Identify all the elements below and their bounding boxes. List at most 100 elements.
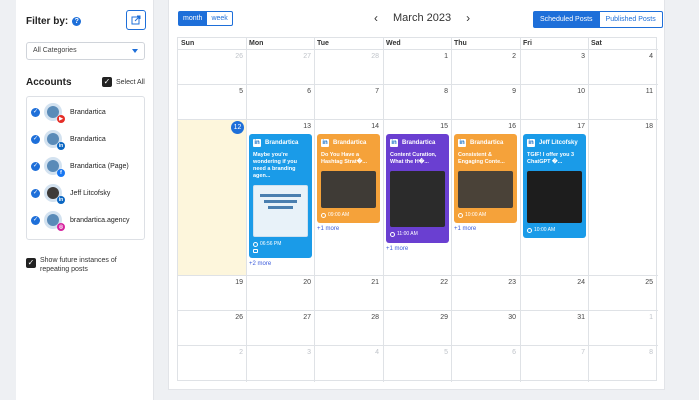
post-time: 10:00 AM xyxy=(534,227,556,233)
weekday-header: Sun xyxy=(181,40,195,47)
clock-icon xyxy=(527,227,532,233)
linkedin-icon: in xyxy=(321,139,329,147)
check-icon[interactable]: ✓ xyxy=(31,134,40,144)
view-week-button[interactable]: week xyxy=(207,11,233,26)
day-number: 5 xyxy=(444,349,448,356)
day-number: 23 xyxy=(508,279,516,286)
account-list: ✓ ▶ Brandartica ✓ in Brandartica ✓ f Bra… xyxy=(26,96,145,240)
day-number: 2 xyxy=(239,349,243,356)
post-time: 10:00 AM xyxy=(465,212,487,218)
day-number: 3 xyxy=(581,53,585,60)
accounts-title: Accounts xyxy=(26,77,72,88)
account-item[interactable]: ✓ f Brandartica (Page) xyxy=(27,153,144,179)
calendar-grid: Sun Mon Tue Wed Thu Fri Sat 26 27 28 1 2… xyxy=(177,37,658,382)
day-number: 5 xyxy=(239,88,243,95)
day-number: 28 xyxy=(371,314,379,321)
post-account: Brandartica xyxy=(402,140,436,146)
more-posts-link[interactable]: +1 more xyxy=(454,226,476,232)
day-number: 1 xyxy=(444,53,448,60)
day-number: 4 xyxy=(375,349,379,356)
linkedin-icon: in xyxy=(527,139,535,147)
future-instances-checkbox[interactable]: ✓ Show future instances of repeating pos… xyxy=(26,256,132,274)
filter-title: Filter by: xyxy=(26,15,69,27)
calendar-panel: month week ‹ March 2023 › Scheduled Post… xyxy=(168,0,665,390)
avatar: ◎ xyxy=(44,211,65,231)
post-text: Maybe you're wondering if you need a bra… xyxy=(253,152,297,179)
category-select[interactable]: All Categories xyxy=(26,42,145,60)
day-number: 20 xyxy=(303,279,311,286)
caret-down-icon xyxy=(132,49,138,53)
day-number: 11 xyxy=(645,88,653,95)
avatar: f xyxy=(44,157,65,177)
select-all-checkbox[interactable]: ✓ Select All xyxy=(102,77,145,87)
today-cell-highlight xyxy=(178,119,246,275)
youtube-icon: ▶ xyxy=(57,115,65,123)
day-number: 29 xyxy=(440,314,448,321)
day-number: 27 xyxy=(303,314,311,321)
check-icon[interactable]: ✓ xyxy=(31,107,40,117)
avatar: in xyxy=(44,184,65,204)
day-number: 19 xyxy=(235,279,243,286)
instagram-icon: ◎ xyxy=(57,223,65,231)
month-label: March 2023 xyxy=(393,12,452,24)
clock-icon xyxy=(458,212,463,218)
post-thumbnail xyxy=(321,171,376,208)
checkbox-checked-icon: ✓ xyxy=(26,258,36,268)
more-posts-link[interactable]: +1 more xyxy=(317,226,339,232)
weekday-header: Wed xyxy=(386,40,401,47)
post-card[interactable]: in Brandartica Consistent & Engaging Cont… xyxy=(454,134,517,223)
post-thumbnail xyxy=(527,171,582,223)
day-number: 7 xyxy=(375,88,379,95)
future-instances-label: Show future instances of repeating posts xyxy=(40,257,117,273)
day-number: 27 xyxy=(303,53,311,60)
day-number: 6 xyxy=(512,349,516,356)
weekday-header: Thu xyxy=(454,40,467,47)
post-card[interactable]: in Brandartica Do You Have a Hashtag Stra… xyxy=(317,134,380,223)
view-month-button[interactable]: month xyxy=(178,11,208,26)
account-name: Brandartica xyxy=(70,135,106,143)
day-number: 8 xyxy=(649,349,653,356)
scheduled-posts-button[interactable]: Scheduled Posts xyxy=(533,11,600,28)
post-time: 11:00 AM xyxy=(397,231,418,237)
linkedin-icon: in xyxy=(253,139,261,147)
linkedin-icon: in xyxy=(390,139,398,147)
clock-icon xyxy=(390,231,395,237)
post-card[interactable]: in Jeff Litcofsky TGIF! I offer you 3 Cha… xyxy=(523,134,586,238)
avatar: ▶ xyxy=(44,103,65,123)
clock-icon xyxy=(321,212,326,218)
chevron-right-icon[interactable]: › xyxy=(461,11,475,25)
account-name: brandartica.agency xyxy=(70,216,130,224)
export-button[interactable] xyxy=(126,10,146,30)
post-card[interactable]: in Brandartica Content Curation, What the… xyxy=(386,134,449,243)
sidebar: Filter by: ? All Categories Accounts ✓ S… xyxy=(16,0,154,400)
day-number: 22 xyxy=(440,279,448,286)
more-posts-link[interactable]: +2 more xyxy=(249,261,271,267)
select-all-label: Select All xyxy=(116,78,145,86)
day-number: 4 xyxy=(649,53,653,60)
day-number: 3 xyxy=(307,349,311,356)
check-icon[interactable]: ✓ xyxy=(31,161,40,171)
linkedin-icon: in xyxy=(57,196,65,204)
more-posts-link[interactable]: +1 more xyxy=(386,246,408,252)
post-type-toggle: Scheduled Posts Published Posts xyxy=(533,11,663,28)
check-icon[interactable]: ✓ xyxy=(31,188,40,198)
day-number: 1 xyxy=(649,314,653,321)
published-posts-button[interactable]: Published Posts xyxy=(599,11,663,28)
day-number: 26 xyxy=(235,314,243,321)
check-icon[interactable]: ✓ xyxy=(31,215,40,225)
post-thumbnail xyxy=(253,185,308,237)
day-number: 8 xyxy=(444,88,448,95)
account-item[interactable]: ✓ ▶ Brandartica xyxy=(27,99,144,125)
post-time: 09:00 AM xyxy=(328,212,350,218)
post-account: Brandartica xyxy=(470,140,504,146)
account-item[interactable]: ✓ in Jeff Litcofsky xyxy=(27,180,144,206)
day-number: 10 xyxy=(577,88,585,95)
account-item[interactable]: ✓ ◎ brandartica.agency xyxy=(27,207,144,233)
weekday-header: Fri xyxy=(523,40,532,47)
chevron-left-icon[interactable]: ‹ xyxy=(369,11,383,25)
post-card[interactable]: in Brandartica Maybe you're wondering if … xyxy=(249,134,312,258)
account-item[interactable]: ✓ in Brandartica xyxy=(27,126,144,152)
post-thumbnail xyxy=(390,171,445,227)
question-circle-icon[interactable]: ? xyxy=(72,16,82,26)
weekday-header: Mon xyxy=(249,40,264,47)
